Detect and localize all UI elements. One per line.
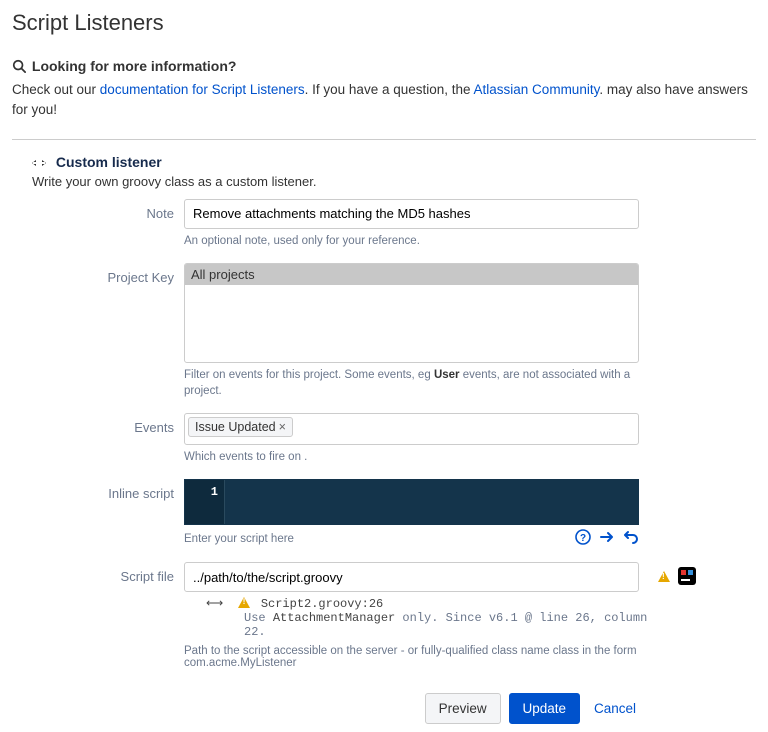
inline-script-label: Inline script bbox=[12, 479, 184, 558]
project-key-option-all[interactable]: All projects bbox=[185, 264, 638, 285]
info-mid: . If you have a question, the bbox=[305, 82, 474, 97]
events-help: Which events to fire on . bbox=[184, 449, 654, 465]
project-key-select[interactable]: All projects bbox=[184, 263, 639, 363]
editor-body[interactable] bbox=[225, 480, 638, 524]
event-tag-remove-icon[interactable]: × bbox=[279, 420, 286, 434]
cancel-button[interactable]: Cancel bbox=[588, 694, 642, 723]
info-heading: Looking for more information? bbox=[12, 58, 756, 74]
script-file-label: Script file bbox=[12, 562, 184, 687]
events-label: Events bbox=[12, 413, 184, 475]
info-prefix: Check out our bbox=[12, 82, 100, 97]
expand-right-icon[interactable] bbox=[599, 529, 615, 545]
warning-icon bbox=[238, 597, 250, 608]
preview-button[interactable]: Preview bbox=[425, 693, 501, 724]
ide-plugin-icon[interactable] bbox=[678, 567, 696, 585]
note-help: An optional note, used only for your ref… bbox=[184, 233, 654, 249]
inline-script-help: Enter your script here bbox=[184, 531, 294, 547]
community-link[interactable]: Atlassian Community bbox=[474, 82, 600, 97]
doc-link[interactable]: documentation for Script Listeners bbox=[100, 82, 305, 97]
events-input[interactable]: Issue Updated× bbox=[184, 413, 639, 445]
divider bbox=[12, 139, 756, 140]
page-title: Script Listeners bbox=[12, 10, 756, 36]
custom-listener-icon bbox=[32, 155, 46, 171]
event-tag-issue-updated[interactable]: Issue Updated× bbox=[188, 417, 293, 437]
script-file-messages: ⟷ Script2.groovy:26 Use AttachmentManage… bbox=[184, 596, 654, 639]
info-heading-text: Looking for more information? bbox=[32, 58, 237, 74]
project-key-help: Filter on events for this project. Some … bbox=[184, 367, 654, 399]
project-key-label: Project Key bbox=[12, 263, 184, 409]
note-input[interactable] bbox=[184, 199, 639, 229]
help-icon[interactable]: ? bbox=[575, 529, 591, 545]
inline-script-editor[interactable]: 1 bbox=[184, 479, 639, 525]
info-text: Check out our documentation for Script L… bbox=[12, 80, 756, 121]
section-subtitle: Write your own groovy class as a custom … bbox=[32, 174, 756, 189]
code-arrows-icon: ⟷ bbox=[206, 596, 223, 610]
script-error-location: Script2.groovy:26 bbox=[261, 597, 383, 611]
search-icon bbox=[12, 59, 26, 73]
svg-text:?: ? bbox=[580, 533, 586, 544]
script-file-input[interactable] bbox=[184, 562, 639, 592]
field-warning-icon bbox=[658, 571, 670, 582]
section-title: Custom listener bbox=[56, 154, 162, 170]
note-label: Note bbox=[12, 199, 184, 259]
undo-icon[interactable] bbox=[623, 529, 639, 545]
editor-gutter: 1 bbox=[185, 480, 225, 524]
update-button[interactable]: Update bbox=[509, 693, 581, 724]
